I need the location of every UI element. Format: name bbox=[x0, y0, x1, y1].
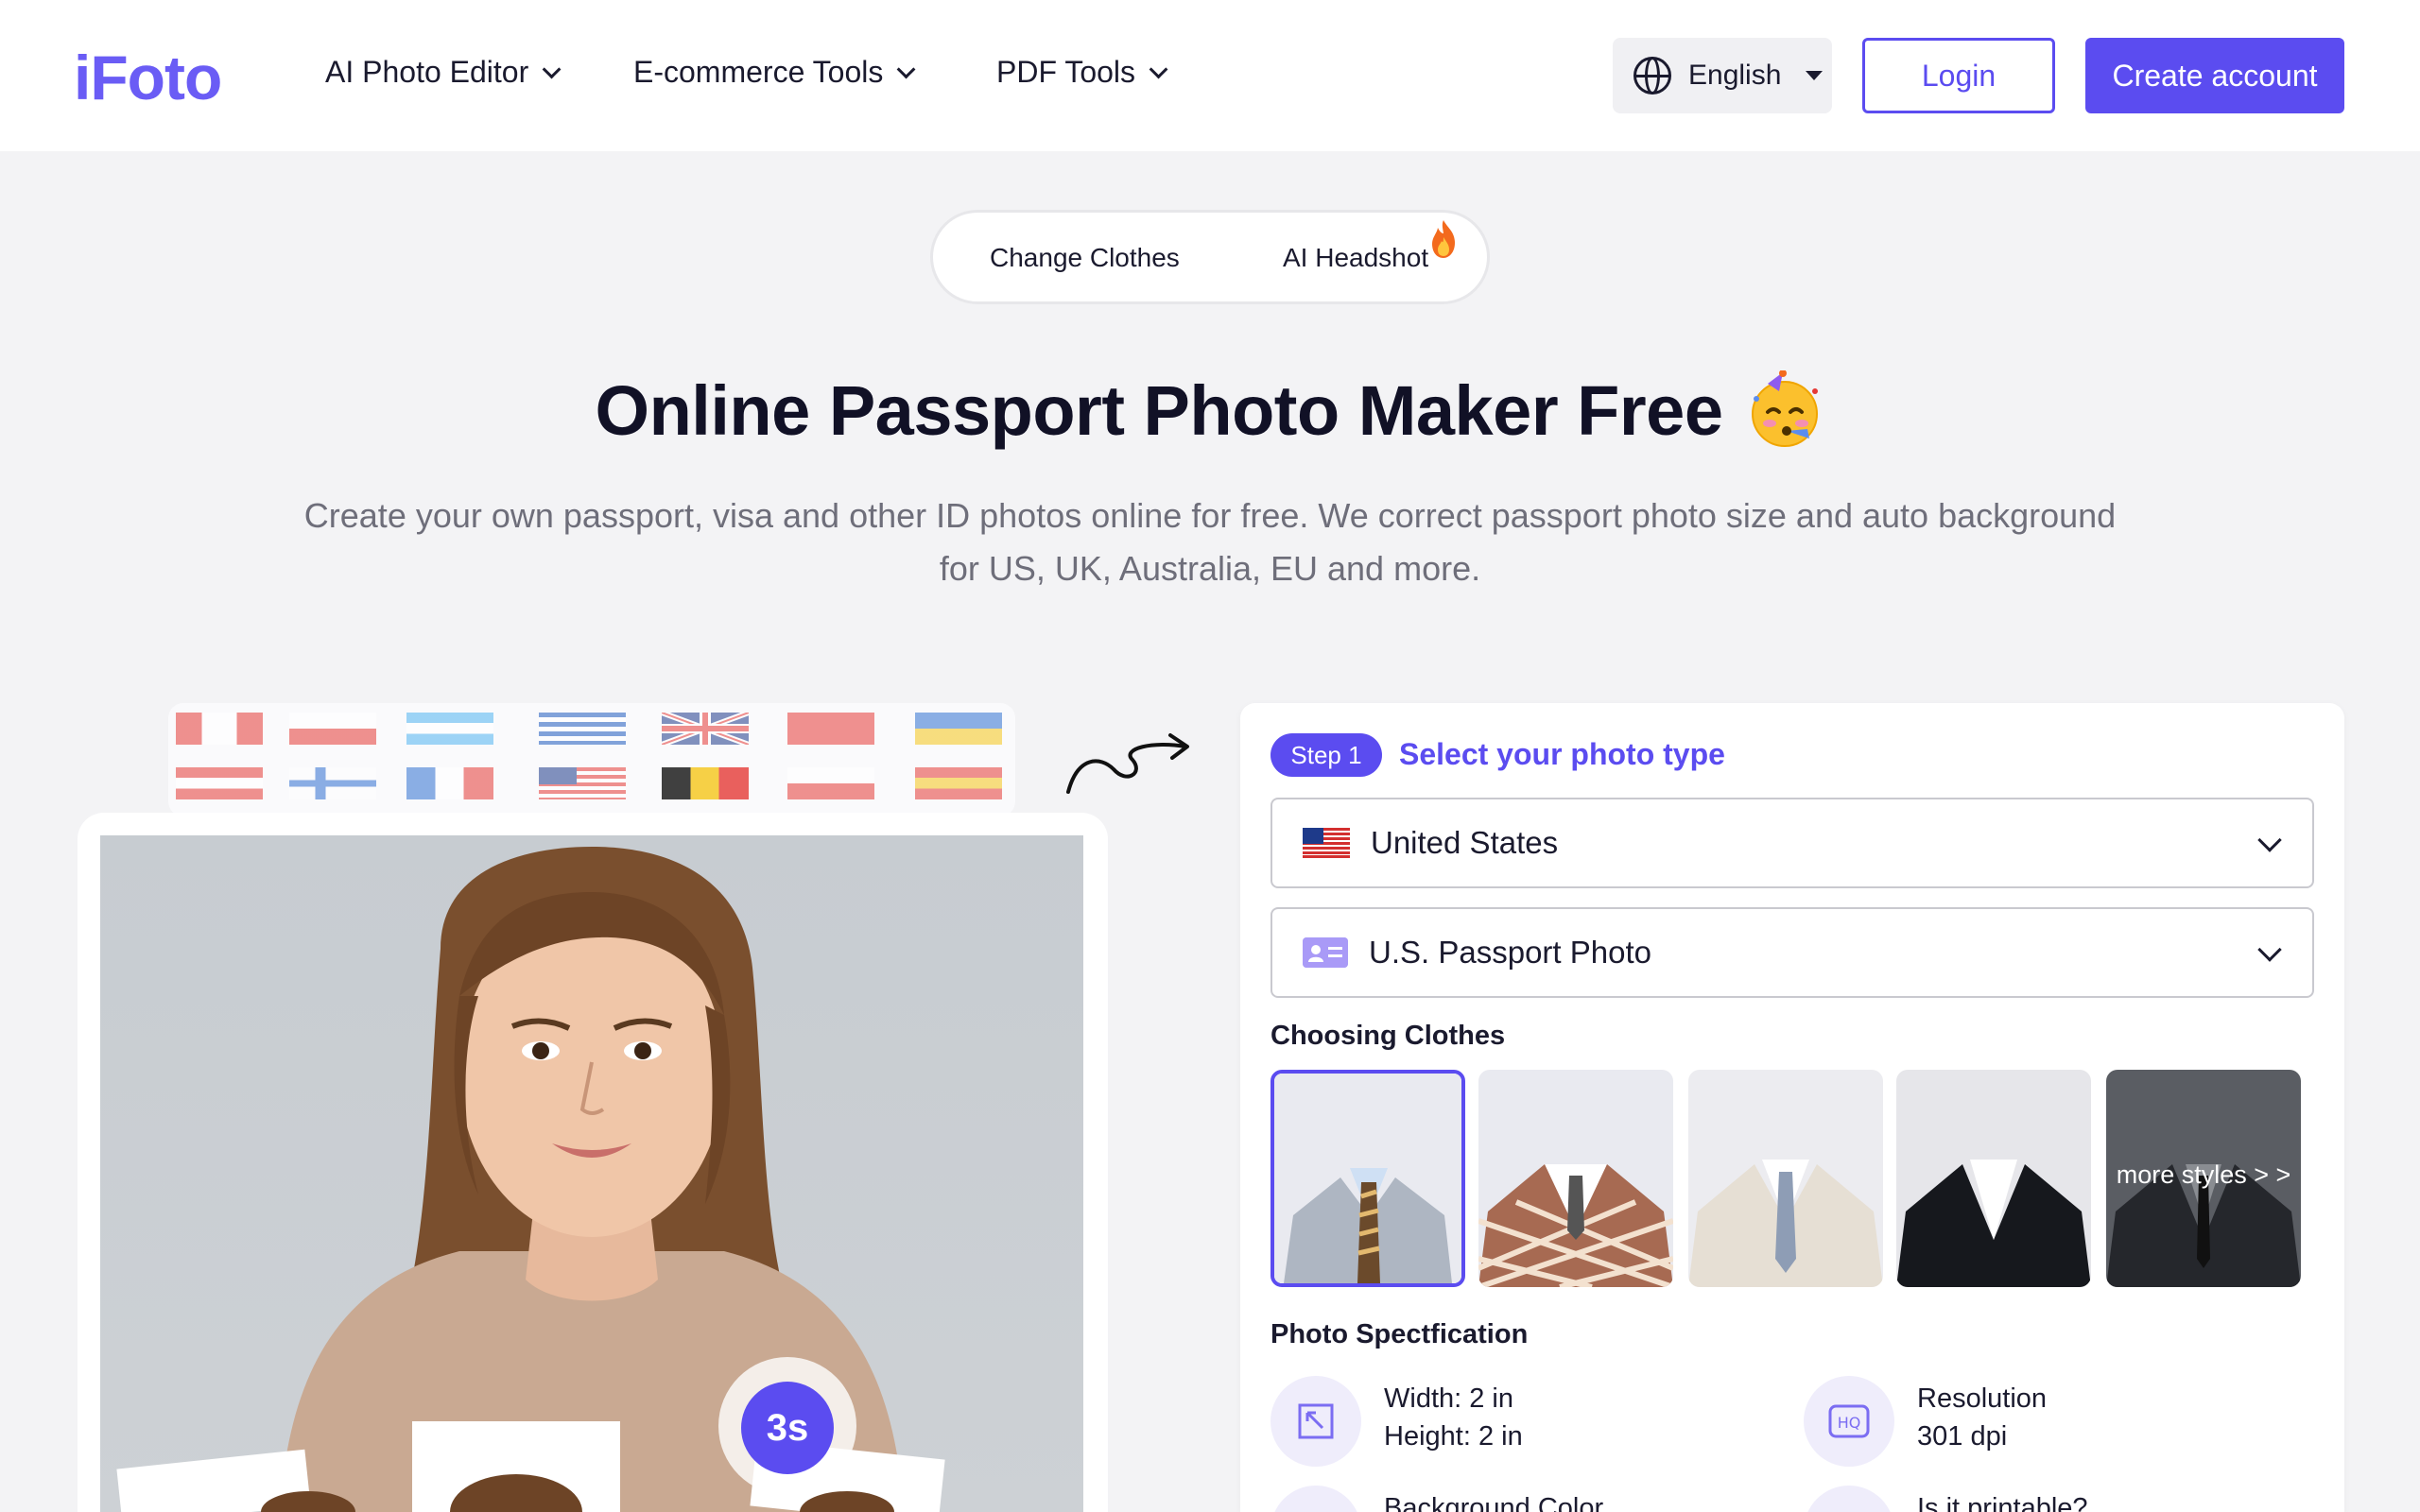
nav-label: PDF Tools bbox=[996, 55, 1136, 89]
processing-time-badge: 3s bbox=[741, 1382, 834, 1474]
hq-icon: HQ bbox=[1804, 1376, 1894, 1467]
site-header: iFoto AI Photo Editor E-commerce Tools P… bbox=[0, 0, 2420, 151]
subtitle-line-2: for US, UK, Australia, EU and more. bbox=[939, 549, 1481, 588]
chevron-down-icon bbox=[1149, 60, 1168, 78]
page-title: Online Passport Photo Maker Free bbox=[0, 370, 2420, 455]
flag bbox=[915, 767, 1002, 799]
language-label: English bbox=[1688, 60, 1782, 91]
svg-text:HQ: HQ bbox=[1838, 1414, 1861, 1432]
nav-ecommerce-tools[interactable]: E-commerce Tools bbox=[633, 55, 916, 90]
spec-height: Height: 2 in bbox=[1384, 1421, 1523, 1452]
flags-strip bbox=[168, 703, 1015, 816]
clothes-label: Choosing Clothes bbox=[1270, 1021, 1506, 1051]
nav-label: E-commerce Tools bbox=[633, 55, 884, 89]
step-badge: Step 1 bbox=[1270, 733, 1382, 777]
chevron-down-icon bbox=[897, 60, 916, 78]
flag bbox=[539, 767, 626, 799]
step-title: Select your photo type bbox=[1399, 737, 1725, 771]
example-portrait bbox=[100, 835, 1083, 1512]
logo[interactable]: iFoto bbox=[74, 42, 222, 113]
chevron-down-icon bbox=[2257, 828, 2282, 852]
photo-type-select[interactable]: U.S. Passport Photo bbox=[1270, 907, 2314, 998]
clothes-option-black-suit[interactable] bbox=[1896, 1070, 2091, 1287]
flag bbox=[539, 713, 626, 745]
flag bbox=[915, 713, 1002, 745]
flag bbox=[406, 713, 493, 745]
flag bbox=[289, 767, 376, 799]
country-select[interactable]: United States bbox=[1270, 798, 2314, 888]
nav-ai-photo-editor[interactable]: AI Photo Editor bbox=[325, 55, 562, 90]
tab-change-clothes[interactable]: Change Clothes bbox=[990, 243, 1180, 273]
title-text: Online Passport Photo Maker Free bbox=[595, 371, 1723, 450]
caret-down-icon bbox=[1806, 71, 1824, 80]
us-flag-icon bbox=[1303, 828, 1350, 858]
resize-icon bbox=[1270, 1376, 1361, 1467]
party-emoji-icon bbox=[1752, 370, 1819, 448]
more-styles-label: more styles > > bbox=[2116, 1160, 2291, 1189]
spec-size: Width: 2 in Height: 2 in bbox=[1384, 1380, 1523, 1455]
resolution-value: 301 dpi bbox=[1917, 1421, 2008, 1452]
flag bbox=[176, 767, 263, 799]
photo-type-value: U.S. Passport Photo bbox=[1369, 935, 1651, 970]
create-account-button[interactable]: Create account bbox=[2085, 38, 2344, 113]
clothes-option-gray-suit[interactable] bbox=[1270, 1070, 1465, 1287]
tab-ai-headshot[interactable]: AI Headshot bbox=[1283, 243, 1428, 273]
spec-resolution: Resolution 301 dpi bbox=[1917, 1380, 2047, 1455]
clothes-option-sweater-vest[interactable] bbox=[1478, 1070, 1673, 1287]
page-subtitle: Create your own passport, visa and other… bbox=[265, 490, 2155, 595]
subtitle-line-1: Create your own passport, visa and other… bbox=[303, 496, 2117, 535]
clothes-option-beige-suit[interactable] bbox=[1688, 1070, 1883, 1287]
globe-icon bbox=[1634, 57, 1671, 94]
country-value: United States bbox=[1371, 825, 1559, 860]
spec-width: Width: 2 in bbox=[1384, 1383, 1513, 1414]
nav-pdf-tools[interactable]: PDF Tools bbox=[996, 55, 1168, 90]
flag bbox=[787, 767, 874, 799]
curly-arrow-icon bbox=[1066, 733, 1189, 794]
flag bbox=[787, 713, 874, 745]
chevron-down-icon bbox=[2257, 937, 2282, 962]
resolution-label: Resolution bbox=[1917, 1383, 2048, 1414]
flag bbox=[662, 767, 749, 799]
spec-background-color: Background Color bbox=[1384, 1493, 1604, 1512]
flag bbox=[289, 713, 376, 745]
flame-icon bbox=[1432, 220, 1455, 258]
flag bbox=[406, 767, 493, 799]
nav-label: AI Photo Editor bbox=[325, 55, 529, 89]
flag bbox=[176, 713, 263, 745]
flag bbox=[660, 710, 751, 747]
language-selector[interactable]: English bbox=[1613, 38, 1832, 113]
mode-toggle: Change Clothes AI Headshot bbox=[930, 210, 1490, 304]
spec-label: Photo Spectfication bbox=[1270, 1319, 1529, 1349]
more-styles-button[interactable]: more styles > > bbox=[2106, 1070, 2301, 1287]
spec-printable: Is it printable? bbox=[1917, 1493, 2088, 1512]
login-button[interactable]: Login bbox=[1862, 38, 2055, 113]
id-card-icon bbox=[1303, 937, 1348, 968]
chevron-down-icon bbox=[542, 60, 562, 78]
